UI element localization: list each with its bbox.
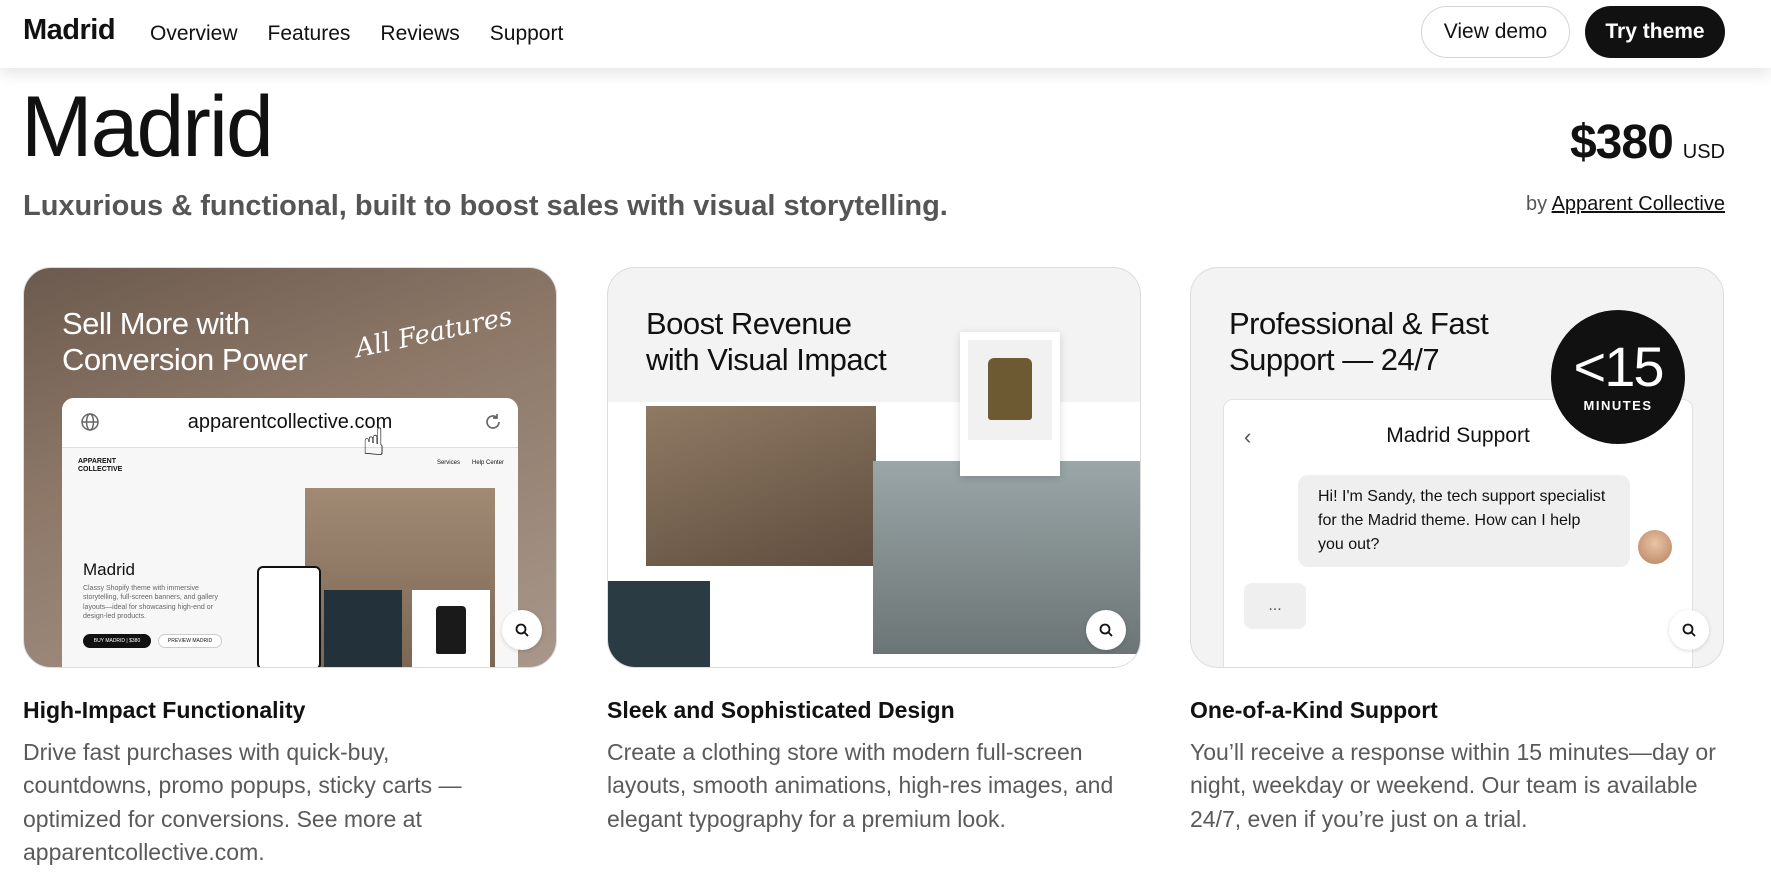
zoom-button[interactable] [502, 610, 542, 650]
card-heading: Sell More with Conversion Power [62, 306, 308, 378]
nav-reviews[interactable]: Reviews [380, 22, 459, 46]
agent-avatar [1638, 530, 1672, 564]
price-currency: USD [1682, 141, 1725, 163]
shop-logo: APPARENT COLLECTIVE [78, 458, 123, 473]
page-subtitle: Luxurious & functional, built to boost s… [23, 190, 948, 222]
reload-icon [484, 413, 502, 436]
feature-title: High-Impact Functionality [23, 697, 306, 723]
hand-cursor-icon: ☝ [362, 422, 386, 464]
feature-card-conversion[interactable]: Sell More with Conversion Power All Feat… [23, 267, 557, 668]
response-time-badge: <15 MINUTES [1551, 310, 1685, 444]
buy-button: BUY MADRID | $380 [83, 634, 151, 648]
coat-image [968, 340, 1052, 440]
feature-title: One-of-a-Kind Support [1190, 697, 1438, 723]
try-theme-button[interactable]: Try theme [1585, 6, 1725, 58]
magnifier-icon [1099, 623, 1113, 637]
shop-nav: Services Help Center [437, 460, 504, 466]
feature-caption-3: One-of-a-Kind Support You’ll receive a r… [1190, 697, 1724, 836]
price-amount: $380 [1569, 116, 1674, 169]
feature-card-support[interactable]: Professional & Fast Support — 24/7 ‹ Mad… [1190, 267, 1724, 668]
model-photo [646, 406, 876, 566]
feature-caption-1: High-Impact Functionality Drive fast pur… [23, 697, 557, 869]
top-navigation-bar: Madrid Overview Features Reviews Support… [0, 0, 1771, 68]
url-bar: apparentcollective.com ☝ [62, 398, 518, 464]
author-link[interactable]: Apparent Collective [1552, 193, 1725, 215]
price-block: $380 USD [1570, 115, 1725, 170]
feature-body: Drive fast purchases with quick-buy, cou… [23, 739, 462, 866]
card-heading: Boost Revenue with Visual Impact [646, 306, 887, 378]
globe-icon [80, 412, 100, 437]
author-byline: by Apparent Collective [1526, 193, 1725, 216]
shop-nav-item: Help Center [471, 460, 504, 466]
main-nav: Overview Features Reviews Support [150, 22, 563, 46]
shop-description: Classy Shopify theme with immersive stor… [83, 585, 219, 621]
phone-mockup [257, 566, 321, 667]
feature-title: Sleek and Sophisticated Design [607, 697, 955, 723]
model-photo-2 [608, 581, 710, 667]
nav-support[interactable]: Support [490, 22, 564, 46]
card-heading: Professional & Fast Support — 24/7 [1229, 306, 1489, 378]
page-title: Madrid [21, 79, 274, 175]
badge-label: MINUTES [1583, 398, 1653, 413]
byline-prefix: by [1525, 193, 1548, 215]
model-photo-2 [324, 590, 402, 667]
typing-indicator: ... [1244, 583, 1306, 629]
preview-button: PREVIEW MADRID [158, 634, 222, 648]
view-demo-button[interactable]: View demo [1421, 6, 1570, 58]
browser-mockup: apparentcollective.com ☝ APPARENT COLLEC… [62, 398, 518, 667]
magnifier-icon [515, 623, 529, 637]
zoom-button[interactable] [1669, 610, 1709, 650]
feature-body: You’ll receive a response within 15 minu… [1190, 739, 1716, 832]
nav-features[interactable]: Features [268, 22, 351, 46]
feature-card-design[interactable]: Boost Revenue with Visual Impact [607, 267, 1141, 668]
magnifier-icon [1682, 623, 1696, 637]
nav-overview[interactable]: Overview [150, 22, 238, 46]
zoom-button[interactable] [1086, 610, 1126, 650]
product-photo [412, 590, 490, 667]
coat-shape [988, 358, 1032, 420]
shop-nav-item: Services [436, 460, 460, 466]
feature-caption-2: Sleek and Sophisticated Design Create a … [607, 697, 1141, 836]
brand-logo[interactable]: Madrid [23, 14, 116, 47]
chat-message: Hi! I'm Sandy, the tech support speciali… [1298, 475, 1630, 567]
badge-number: <15 [1573, 335, 1665, 398]
feature-body: Create a clothing store with modern full… [607, 739, 1114, 832]
jacket-image [436, 606, 466, 654]
shop-title: Madrid [83, 560, 135, 579]
